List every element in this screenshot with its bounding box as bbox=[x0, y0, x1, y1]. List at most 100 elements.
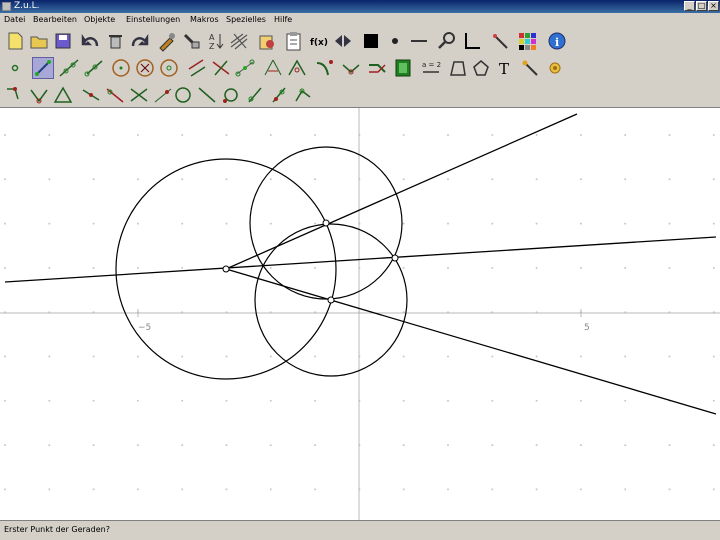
dual-point-icon[interactable] bbox=[268, 84, 290, 106]
grid-dot bbox=[579, 134, 582, 136]
menu-settings[interactable]: Einstellungen bbox=[126, 13, 180, 27]
grid-dot bbox=[181, 134, 184, 136]
grid-dot bbox=[447, 488, 449, 491]
grid-dot bbox=[402, 222, 405, 225]
menu-special[interactable]: Spezielles bbox=[226, 13, 266, 27]
toolbar: AZ f(x) i a = 2 T bbox=[0, 27, 720, 108]
grid-dot bbox=[136, 134, 139, 136]
title-bar: Z.u.L. _ □ × bbox=[0, 0, 720, 13]
bound-point-icon[interactable] bbox=[28, 84, 50, 106]
app-icon[interactable] bbox=[2, 2, 11, 11]
triangle-icon[interactable] bbox=[52, 84, 74, 106]
close-button[interactable]: × bbox=[708, 1, 719, 11]
replay-icon[interactable] bbox=[256, 30, 278, 52]
grid-dot bbox=[579, 399, 582, 402]
grid-dot bbox=[225, 444, 228, 447]
redo-icon[interactable] bbox=[128, 30, 150, 52]
fixed-angle-icon[interactable] bbox=[128, 84, 150, 106]
grid-dot bbox=[181, 399, 184, 402]
axes-icon[interactable] bbox=[460, 30, 482, 52]
grid-dot bbox=[535, 355, 538, 358]
point-size-icon[interactable] bbox=[384, 30, 406, 52]
menu-macros[interactable]: Makros bbox=[190, 13, 219, 27]
geometry-view[interactable]: −5 5 bbox=[0, 108, 720, 520]
text-icon[interactable]: T bbox=[494, 57, 516, 79]
menu-objects[interactable]: Objekte bbox=[84, 13, 115, 27]
midpoint-icon[interactable] bbox=[234, 57, 256, 79]
grid-icon[interactable] bbox=[228, 30, 250, 52]
point-right-intersection[interactable] bbox=[391, 254, 399, 262]
grid-dot bbox=[668, 444, 671, 447]
menu-file[interactable]: Datei bbox=[4, 13, 25, 27]
grid-dot bbox=[48, 222, 51, 225]
ray-icon[interactable] bbox=[82, 57, 104, 79]
point-upper-intersection[interactable] bbox=[322, 219, 330, 227]
delete-icon[interactable] bbox=[104, 30, 126, 52]
toolbar-row-2: a = 2 T bbox=[0, 54, 720, 81]
ray-upper[interactable] bbox=[225, 113, 578, 270]
triangle-tool-icon[interactable] bbox=[286, 57, 308, 79]
three-point-circle-icon[interactable] bbox=[152, 84, 174, 106]
fixed-segment-icon[interactable] bbox=[104, 84, 126, 106]
grid-dot bbox=[269, 134, 272, 136]
grid-dot bbox=[491, 266, 494, 269]
point-lower-intersection[interactable] bbox=[327, 296, 335, 304]
color-palette-icon[interactable] bbox=[516, 30, 538, 52]
polygon-icon[interactable] bbox=[470, 57, 492, 79]
sort-icon[interactable]: AZ bbox=[204, 30, 226, 52]
ray-lower[interactable] bbox=[225, 268, 717, 415]
line-icon[interactable] bbox=[58, 57, 80, 79]
menu-bar: Datei Bearbeiten Objekte Einstellungen M… bbox=[0, 13, 720, 27]
info-icon[interactable]: i bbox=[546, 30, 568, 52]
moving-point-icon[interactable] bbox=[244, 84, 266, 106]
animation-icon[interactable]: a = 2 bbox=[420, 57, 442, 79]
menu-help[interactable]: Hilfe bbox=[274, 13, 292, 27]
hide-icon[interactable] bbox=[180, 30, 202, 52]
minimize-button[interactable]: _ bbox=[684, 1, 695, 11]
intersection-icon[interactable] bbox=[262, 57, 284, 79]
angle-mark-icon[interactable] bbox=[340, 57, 362, 79]
point-on-object-icon[interactable] bbox=[4, 84, 26, 106]
color-wand-icon[interactable] bbox=[490, 30, 512, 52]
edit-object-icon[interactable] bbox=[156, 30, 178, 52]
point-vertex[interactable] bbox=[222, 265, 230, 273]
drawing-canvas[interactable]: −5 5 bbox=[0, 108, 720, 520]
perpendicular-icon[interactable] bbox=[210, 57, 232, 79]
zoom-icon[interactable] bbox=[436, 30, 458, 52]
circle-icon[interactable] bbox=[110, 57, 132, 79]
grid-dot bbox=[48, 399, 51, 402]
grid-dot bbox=[624, 266, 627, 269]
hide-line-icon[interactable] bbox=[172, 84, 194, 106]
tracker-icon[interactable] bbox=[520, 57, 542, 79]
angle-icon[interactable] bbox=[314, 57, 336, 79]
maximize-button[interactable]: □ bbox=[696, 1, 707, 11]
circle3-icon[interactable] bbox=[158, 57, 180, 79]
object-tracker-icon[interactable] bbox=[292, 84, 314, 106]
grid-dot bbox=[136, 444, 139, 447]
status-bar: Erster Punkt der Geraden? bbox=[0, 520, 720, 540]
line-segment-icon[interactable] bbox=[80, 84, 102, 106]
parallel-icon[interactable] bbox=[186, 57, 208, 79]
line-style-icon[interactable] bbox=[408, 30, 430, 52]
reflect-icon[interactable] bbox=[366, 57, 388, 79]
line-horizontal[interactable] bbox=[4, 236, 717, 283]
fixed-point-icon[interactable] bbox=[446, 57, 468, 79]
menu-edit[interactable]: Bearbeiten bbox=[33, 13, 77, 27]
vector-icon[interactable] bbox=[220, 84, 242, 106]
chain-icon[interactable] bbox=[196, 84, 218, 106]
move-icon[interactable] bbox=[392, 57, 414, 79]
circle-through-point-icon[interactable] bbox=[134, 57, 156, 79]
point-icon[interactable] bbox=[4, 57, 26, 79]
segment-tool-icon[interactable] bbox=[32, 57, 54, 79]
grid-dot bbox=[314, 355, 317, 358]
open-file-icon[interactable] bbox=[28, 30, 50, 52]
color-black-icon[interactable] bbox=[360, 30, 382, 52]
grid-dot bbox=[314, 444, 317, 447]
animate-icon[interactable] bbox=[544, 57, 566, 79]
save-file-icon[interactable] bbox=[52, 30, 74, 52]
function-icon[interactable]: f(x) bbox=[308, 30, 330, 52]
undo-icon[interactable] bbox=[80, 30, 102, 52]
macro-icon[interactable] bbox=[282, 30, 304, 52]
new-file-icon[interactable] bbox=[4, 30, 26, 52]
show-hide-icon[interactable] bbox=[332, 30, 354, 52]
